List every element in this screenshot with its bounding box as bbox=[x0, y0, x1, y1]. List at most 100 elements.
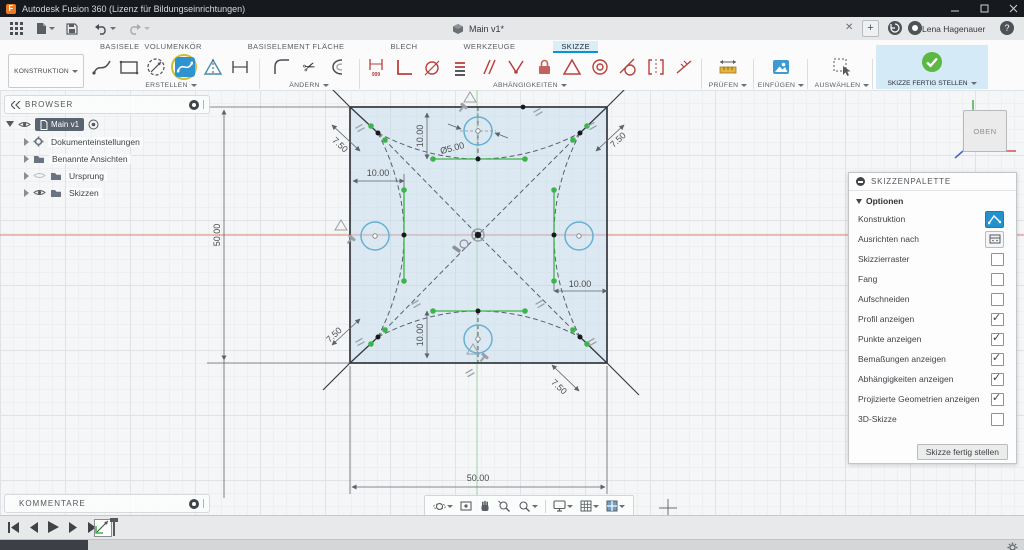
tab-close-icon[interactable]: ✕ bbox=[845, 22, 853, 34]
browser-item-dokumenteinstellungen[interactable]: Dokumenteinstellungen bbox=[22, 133, 143, 150]
eye-icon[interactable] bbox=[33, 188, 46, 197]
punkte-anzeigen-checkbox[interactable] bbox=[991, 331, 1004, 346]
save-button[interactable] bbox=[66, 21, 78, 36]
root-node-pill[interactable]: Main v1 bbox=[35, 118, 85, 131]
timeline-gear-icon[interactable] bbox=[1007, 540, 1018, 550]
3d-skizze-checkbox[interactable] bbox=[991, 412, 1004, 426]
construction-toggle-button[interactable] bbox=[985, 210, 1004, 228]
group-label-abhaengigkeiten[interactable]: ABHÄNGIGKEITEN bbox=[363, 82, 697, 89]
timeline-scroll-handle[interactable] bbox=[0, 540, 88, 550]
orbit-icon[interactable] bbox=[433, 500, 453, 513]
browser-panel-header[interactable]: BROWSER bbox=[4, 95, 210, 114]
new-tab-button[interactable]: + bbox=[862, 20, 879, 37]
close-button[interactable] bbox=[1009, 4, 1018, 13]
finish-sketch-block[interactable]: SKIZZE FERTIG STELLEN bbox=[876, 45, 988, 89]
file-menu-button[interactable] bbox=[36, 21, 55, 36]
symmetry-constraint-icon[interactable] bbox=[644, 55, 668, 79]
align-to-button[interactable] bbox=[985, 230, 1004, 248]
timeline-playhead[interactable] bbox=[110, 518, 118, 536]
display-settings-icon[interactable] bbox=[553, 500, 573, 512]
group-label-einfuegen[interactable]: EINFÜGEN bbox=[757, 82, 805, 89]
timeline-play-button[interactable] bbox=[48, 521, 59, 533]
rectangle-tool-icon[interactable] bbox=[117, 55, 141, 79]
tab-skizze[interactable]: SKIZZE bbox=[553, 40, 599, 53]
expand-icon[interactable] bbox=[6, 121, 14, 131]
fang-checkbox[interactable] bbox=[991, 272, 1004, 286]
zoom-window-icon[interactable] bbox=[518, 500, 538, 513]
maximize-button[interactable] bbox=[980, 4, 989, 13]
viewports-icon[interactable] bbox=[606, 500, 625, 512]
midpoint-constraint-icon[interactable] bbox=[504, 55, 528, 79]
redo-button[interactable] bbox=[128, 21, 150, 36]
projizierte-geometrien-checkbox[interactable] bbox=[991, 391, 1004, 406]
eye-hidden-icon[interactable] bbox=[33, 171, 46, 180]
parallel-constraint-icon[interactable] bbox=[476, 55, 500, 79]
measure-tool-icon[interactable] bbox=[716, 55, 740, 79]
equal-constraint-icon[interactable] bbox=[448, 55, 472, 79]
collinear-constraint-icon[interactable] bbox=[672, 55, 696, 79]
abhaengigkeiten-anzeigen-checkbox[interactable] bbox=[991, 371, 1004, 386]
timeline-step-forward-button[interactable] bbox=[68, 521, 78, 533]
notification-icon[interactable] bbox=[908, 21, 922, 35]
insert-image-icon[interactable] bbox=[769, 55, 793, 79]
look-at-icon[interactable] bbox=[460, 500, 472, 512]
expand-icon[interactable] bbox=[24, 188, 29, 197]
dimension-tool-icon[interactable] bbox=[228, 55, 252, 79]
browser-item-benannte-ansichten[interactable]: Benannte Ansichten bbox=[22, 150, 143, 167]
user-name[interactable]: Lena Hagenauer bbox=[922, 24, 985, 34]
comments-panel-header[interactable]: KOMMENTARE bbox=[4, 494, 210, 513]
fillet-tool-icon[interactable] bbox=[270, 55, 294, 79]
tab-blech[interactable]: BLECH bbox=[382, 41, 425, 53]
viewcube-face-oben[interactable]: OBEN bbox=[963, 110, 1007, 152]
expand-icon[interactable] bbox=[24, 137, 29, 146]
tab-basiselement-flaeche[interactable]: BASISELEMENT FLÄCHE bbox=[240, 41, 353, 53]
palette-collapse-icon[interactable] bbox=[856, 177, 865, 186]
viewcube[interactable]: OBEN bbox=[936, 98, 1020, 162]
skizzierraster-checkbox[interactable] bbox=[991, 252, 1004, 266]
expand-icon[interactable] bbox=[24, 171, 29, 180]
konstruktion-dropdown-button[interactable]: KONSTRUKTION bbox=[8, 54, 84, 88]
tab-basiselement-volumenkoerper[interactable]: BASISELE VOLUMENKÖR bbox=[92, 41, 210, 53]
grid-settings-icon[interactable] bbox=[580, 500, 599, 512]
trim-tool-icon[interactable]: ✂ bbox=[297, 55, 321, 79]
browser-settings-icon[interactable] bbox=[189, 99, 199, 110]
perpendicular-constraint-icon[interactable] bbox=[392, 55, 416, 79]
browser-root-row[interactable]: Main v1 bbox=[4, 116, 143, 133]
bemassungen-anzeigen-checkbox[interactable] bbox=[991, 351, 1004, 366]
document-tab[interactable]: Main v1* bbox=[452, 20, 504, 37]
circle-tool-icon[interactable] bbox=[144, 55, 168, 79]
line-tool-icon[interactable] bbox=[90, 55, 114, 79]
profil-anzeigen-checkbox[interactable] bbox=[991, 311, 1004, 326]
tangent-constraint-icon[interactable] bbox=[616, 55, 640, 79]
recent-activity-icon[interactable] bbox=[888, 21, 902, 35]
group-label-erstellen[interactable]: ERSTELLEN bbox=[86, 82, 256, 89]
lock-constraint-icon[interactable] bbox=[532, 55, 556, 79]
help-button[interactable]: ? bbox=[1000, 21, 1014, 35]
offset-tool-icon[interactable] bbox=[324, 55, 348, 79]
radio-active-icon[interactable] bbox=[88, 119, 99, 130]
timeline-scroll-strip[interactable] bbox=[0, 539, 1024, 550]
comments-settings-icon[interactable] bbox=[189, 498, 199, 509]
group-label-auswaehlen[interactable]: AUSWÄHLEN bbox=[811, 82, 873, 89]
expand-icon[interactable] bbox=[24, 154, 29, 163]
sketch-dimension-icon[interactable]: 999 bbox=[364, 55, 388, 79]
group-label-aendern[interactable]: ÄNDERN bbox=[263, 82, 355, 89]
undo-button[interactable] bbox=[94, 21, 116, 36]
group-label-pruefen[interactable]: PRÜFEN bbox=[705, 82, 751, 89]
aufschneiden-checkbox[interactable] bbox=[991, 292, 1004, 306]
timeline-step-back-button[interactable] bbox=[29, 521, 39, 533]
eye-icon[interactable] bbox=[18, 120, 31, 129]
tab-werkzeuge[interactable]: WERKZEUGE bbox=[455, 41, 523, 53]
minimize-button[interactable] bbox=[951, 4, 960, 13]
spline-tool-active-icon[interactable] bbox=[171, 53, 198, 81]
app-grid-icon[interactable] bbox=[10, 21, 23, 36]
select-tool-icon[interactable] bbox=[830, 55, 854, 79]
diameter-constraint-icon[interactable] bbox=[420, 55, 444, 79]
pan-hand-icon[interactable] bbox=[479, 500, 491, 513]
modeling-canvas[interactable]: 50.00 50.00 10.00 10.00 10.00 10.00 7.50… bbox=[0, 90, 1024, 517]
timeline-skip-start-button[interactable] bbox=[8, 521, 20, 533]
palette-header[interactable]: SKIZZENPALETTE bbox=[849, 173, 1016, 191]
browser-item-ursprung[interactable]: Ursprung bbox=[22, 167, 143, 184]
palette-finish-sketch-button[interactable]: Skizze fertig stellen bbox=[916, 444, 1008, 460]
concentric-constraint-icon[interactable] bbox=[588, 55, 612, 79]
